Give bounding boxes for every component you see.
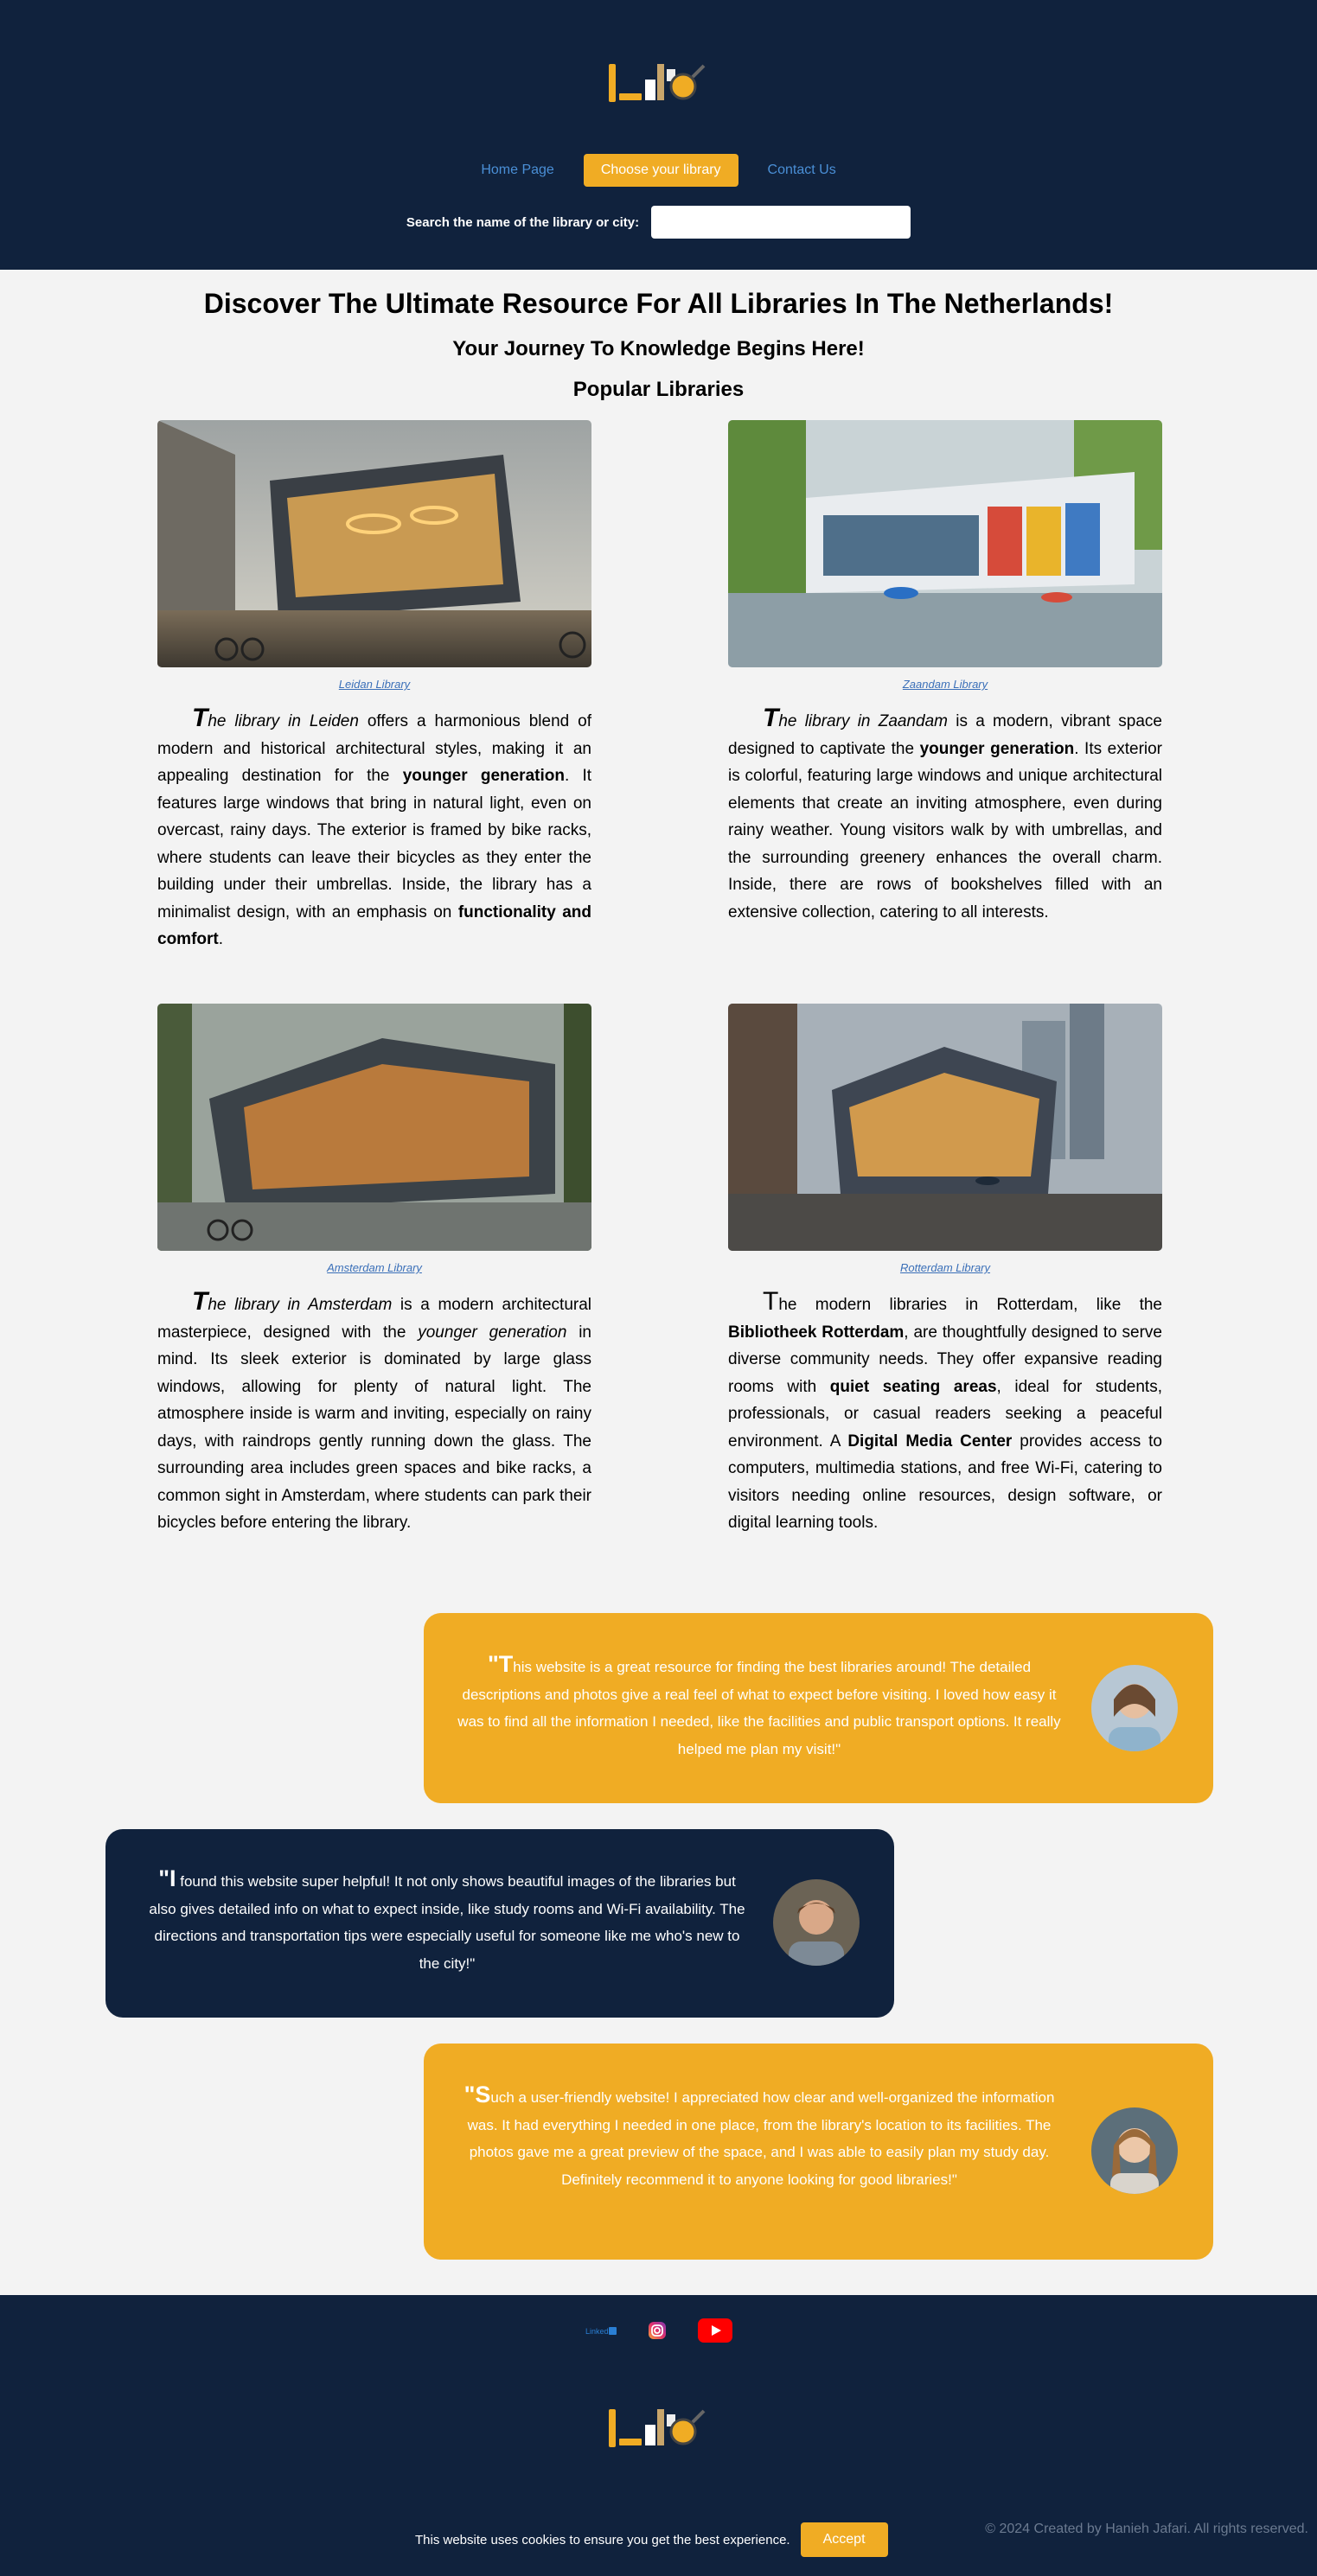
library-card-rotterdam: Rotterdam Library The modern libraries i… (728, 1004, 1162, 1537)
testimonial-1-avatar (1091, 1665, 1178, 1751)
zaandam-library-image (728, 420, 1162, 667)
library-card-amsterdam: Amsterdam Library The library in Amsterd… (157, 1004, 591, 1537)
testimonial-card-1: "This website is a great resource for fi… (424, 1613, 1213, 1803)
search-label: Search the name of the library or city: (406, 214, 640, 230)
amsterdam-library-caption-link[interactable]: Amsterdam Library (157, 1261, 591, 1274)
leiden-library-description: The library in Leiden offers a harmoniou… (157, 704, 592, 948)
cookie-accept-button[interactable]: Accept (800, 2522, 888, 2557)
cookie-text: This website uses cookies to ensure you … (415, 2532, 790, 2547)
testimonial-3-text: "Such a user-friendly website! I appreci… (464, 2082, 1055, 2188)
search-input[interactable] (651, 206, 911, 239)
svg-text:Linked: Linked (585, 2327, 609, 2336)
nav-contact-link[interactable]: Contact Us (751, 154, 853, 187)
site-header: Home Page Choose your library Contact Us… (0, 0, 1317, 270)
leiden-library-caption-link[interactable]: Leidan Library (157, 678, 591, 691)
nav-home-link[interactable]: Home Page (464, 154, 572, 187)
leiden-library-image (157, 420, 591, 667)
footer-logo-icon[interactable] (605, 2406, 713, 2451)
popular-libraries-heading: Popular Libraries (572, 378, 745, 401)
logo-icon[interactable] (605, 61, 713, 105)
rotterdam-library-image (728, 1004, 1162, 1251)
amsterdam-library-image (157, 1004, 591, 1251)
search-bar: Search the name of the library or city: (0, 206, 1317, 239)
main-nav: Home Page Choose your library Contact Us (0, 154, 1317, 187)
page-subtitle: Your Journey To Knowledge Begins Here! (452, 337, 865, 360)
amsterdam-library-description: The library in Amsterdam is a modern arc… (157, 1287, 591, 1532)
testimonial-card-2: "I found this website super helpful! It … (105, 1829, 894, 2018)
instagram-icon[interactable] (648, 2321, 667, 2340)
testimonial-3-avatar (1091, 2107, 1178, 2194)
library-card-zaandam: Zaandam Library The library in Zaandam i… (728, 420, 1162, 926)
zaandam-library-description: The library in Zaandam is a modern, vibr… (728, 704, 1163, 921)
testimonial-card-3: "Such a user-friendly website! I appreci… (424, 2044, 1213, 2260)
linkedin-icon[interactable]: Linked (585, 2325, 617, 2336)
zaandam-library-caption-link[interactable]: Zaandam Library (728, 678, 1162, 691)
testimonial-2-avatar (773, 1879, 860, 1966)
rotterdam-library-description: The modern libraries in Rotterdam, like … (728, 1287, 1162, 1532)
nav-choose-library-link[interactable]: Choose your library (583, 154, 738, 187)
social-links: Linked (0, 2318, 1317, 2343)
page-title: Discover The Ultimate Resource For All L… (203, 288, 1114, 319)
cookie-banner: This website uses cookies to ensure you … (415, 2522, 888, 2557)
library-card-leiden: Leidan Library The library in Leiden off… (157, 420, 591, 953)
testimonial-2-text: "I found this website super helpful! It … (149, 1865, 745, 1972)
copyright-text: © 2024 Created by Hanieh Jafari. All rig… (985, 2522, 1308, 2536)
youtube-icon[interactable] (697, 2318, 732, 2343)
rotterdam-library-caption-link[interactable]: Rotterdam Library (728, 1261, 1162, 1274)
testimonial-1-text: "This website is a great resource for fi… (457, 1651, 1061, 1757)
